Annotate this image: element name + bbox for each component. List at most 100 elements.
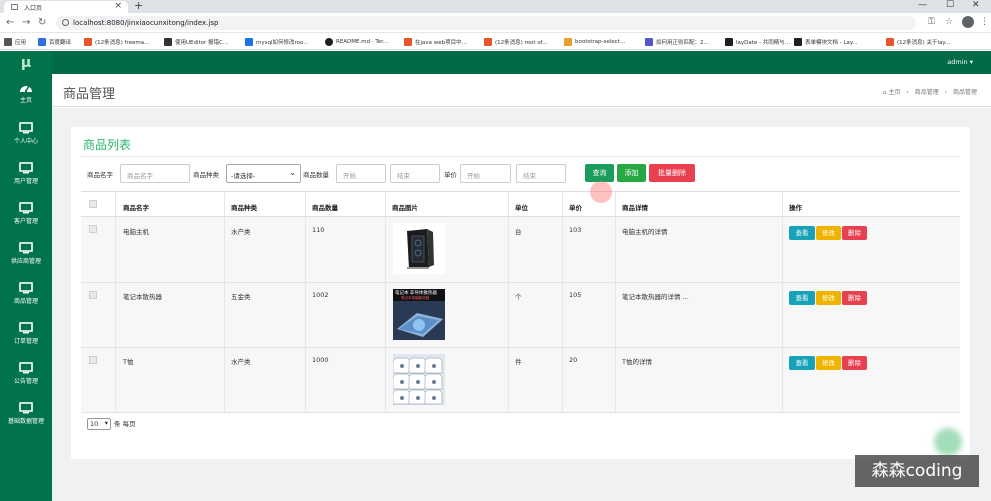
sidebar-item-notices[interactable]: 公告管理 bbox=[0, 362, 52, 385]
page-favicon-icon bbox=[11, 4, 18, 10]
app-root: μ 主页 个人中心 用户管理 客户管理 供应商管理 商品管理 订单管理 公告管理… bbox=[0, 51, 991, 501]
cell-type: 五金类 bbox=[231, 293, 251, 301]
sidebar-item-label: 客户管理 bbox=[13, 218, 38, 225]
column-header: 单价 bbox=[569, 204, 582, 212]
bookmark-item[interactable]: 应用 bbox=[4, 37, 26, 47]
bookmark-item[interactable]: layDate - 共同精与... bbox=[725, 37, 790, 47]
close-tab-icon[interactable]: × bbox=[114, 1, 122, 11]
row-checkbox[interactable] bbox=[89, 291, 97, 299]
sidebar-item-customers[interactable]: 客户管理 bbox=[0, 202, 52, 225]
user-menu[interactable]: admin ▾ bbox=[947, 58, 973, 66]
view-button[interactable]: 查看 bbox=[789, 226, 815, 240]
cell-qty: 110 bbox=[312, 226, 325, 234]
sidebar-item-label: 主页 bbox=[19, 97, 32, 104]
browser-tab-strip: 入口页 × + — ☐ ✕ bbox=[0, 0, 991, 13]
forward-icon[interactable]: → bbox=[22, 17, 30, 28]
cell-unit: 个 bbox=[515, 293, 522, 301]
monitor-icon bbox=[19, 322, 33, 334]
bookmark-star-icon[interactable]: ☆ bbox=[945, 17, 953, 27]
column-header: 单位 bbox=[515, 204, 528, 212]
bookmark-item[interactable]: mysql如何修改roo... bbox=[245, 37, 309, 47]
cell-qty: 1000 bbox=[312, 356, 329, 364]
bookmark-item[interactable]: 百度翻译 bbox=[38, 37, 71, 47]
monitor-icon bbox=[19, 202, 33, 214]
bookmark-item[interactable]: (12条消息) 关于lay... bbox=[886, 37, 950, 47]
profile-avatar[interactable] bbox=[962, 16, 974, 28]
sidebar-item-home[interactable]: 主页 bbox=[0, 82, 52, 104]
add-button[interactable]: 添加 bbox=[617, 164, 646, 182]
breadcrumb-level2: 商品管理 bbox=[952, 89, 977, 96]
bookmark-item[interactable]: 使用UEditor 报错C... bbox=[164, 37, 228, 47]
product-image-laptop-cooler: 笔记本 非导体散热器 笔记本电脑散热器 bbox=[393, 289, 445, 340]
click-highlight bbox=[590, 181, 612, 203]
price-start-input[interactable]: 开始 bbox=[460, 164, 511, 183]
dashboard-icon bbox=[20, 85, 32, 93]
page-size-select[interactable]: 10 ▾ bbox=[87, 418, 111, 430]
browser-tab[interactable]: 入口页 × bbox=[4, 1, 128, 13]
select-all-checkbox[interactable] bbox=[89, 200, 97, 208]
column-divider bbox=[615, 192, 616, 413]
site-info-icon[interactable] bbox=[62, 19, 69, 26]
main-content: 商品列表 商品名字 商品名字 商品种类 -请选择- ⌄ 商品数量 开始 结束 单价… bbox=[52, 108, 991, 501]
search-button[interactable]: 查询 bbox=[585, 164, 614, 182]
pagination: 10 ▾ 条 每页 bbox=[87, 418, 136, 430]
bookmark-item[interactable]: README.md · Ter... bbox=[325, 37, 388, 47]
price-end-input[interactable]: 结束 bbox=[516, 164, 566, 183]
bookmarks-bar: 应用 百度翻译 (12条消息) freema... 使用UEditor 报错C.… bbox=[0, 33, 991, 50]
cell-price: 105 bbox=[569, 291, 582, 299]
batch-delete-button[interactable]: 批量删除 bbox=[649, 164, 695, 182]
sidebar-item-suppliers[interactable]: 供应商管理 bbox=[0, 242, 52, 265]
address-bar-row: ← → ↻ localhost:8080/jinxiaocunxitong/in… bbox=[0, 13, 991, 33]
cell-name: 电脑主机 bbox=[123, 228, 149, 236]
edit-button[interactable]: 修改 bbox=[816, 356, 841, 370]
qty-end-input[interactable]: 结束 bbox=[390, 164, 440, 183]
view-button[interactable]: 查看 bbox=[789, 291, 815, 305]
cell-unit: 件 bbox=[515, 358, 522, 366]
minimize-icon[interactable]: — bbox=[918, 0, 927, 10]
delete-button[interactable]: 删除 bbox=[842, 291, 867, 305]
bookmark-item[interactable]: bootstrap-select... bbox=[564, 37, 625, 47]
more-menu-icon[interactable]: ⋮ bbox=[980, 17, 989, 27]
qty-start-input[interactable]: 开始 bbox=[336, 164, 386, 183]
column-divider bbox=[782, 192, 783, 413]
window-close-icon[interactable]: ✕ bbox=[972, 0, 980, 10]
row-checkbox[interactable] bbox=[89, 225, 97, 233]
monitor-icon bbox=[19, 402, 33, 414]
delete-button[interactable]: 删除 bbox=[842, 356, 867, 370]
new-tab-icon[interactable]: + bbox=[134, 0, 143, 12]
row-checkbox[interactable] bbox=[89, 356, 97, 364]
breadcrumb: ⌂ 主页 › 商品管理 › 商品管理 bbox=[882, 89, 977, 96]
sidebar-item-basedata[interactable]: 基础数据管理 bbox=[0, 402, 52, 425]
view-button[interactable]: 查看 bbox=[789, 356, 815, 370]
type-filter-select[interactable]: -请选择- ⌄ bbox=[226, 164, 301, 183]
maximize-icon[interactable]: ☐ bbox=[946, 0, 954, 10]
name-filter-input[interactable]: 商品名字 bbox=[120, 164, 190, 183]
sidebar-item-label: 公告管理 bbox=[13, 378, 38, 385]
sidebar-item-profile[interactable]: 个人中心 bbox=[0, 122, 52, 145]
url-field[interactable]: localhost:8080/jinxiaocunxitong/index.js… bbox=[56, 16, 916, 30]
sidebar-item-products[interactable]: 商品管理 bbox=[0, 282, 52, 305]
table-header: 商品名字 商品种类 商品数量 商品图片 单位 单价 商品详情 操作 bbox=[81, 192, 960, 217]
bookmark-item[interactable]: 在java web项目中... bbox=[404, 37, 467, 47]
reload-icon[interactable]: ↻ bbox=[38, 17, 46, 28]
breadcrumb-home[interactable]: 主页 bbox=[888, 89, 900, 96]
product-table: 商品名字 商品种类 商品数量 商品图片 单位 单价 商品详情 操作 电脑主机 水… bbox=[81, 191, 960, 413]
tab-title: 入口页 bbox=[24, 5, 43, 12]
delete-button[interactable]: 删除 bbox=[842, 226, 867, 240]
edit-button[interactable]: 修改 bbox=[816, 226, 841, 240]
key-icon[interactable]: ⚿ bbox=[928, 17, 935, 27]
breadcrumb-level1[interactable]: 商品管理 bbox=[915, 89, 939, 96]
bookmark-item[interactable]: 表单模块文档 - Lay... bbox=[794, 37, 858, 47]
sidebar-item-label: 基础数据管理 bbox=[7, 418, 44, 425]
bookmark-item[interactable]: (12条消息) freema... bbox=[84, 37, 149, 47]
bookmark-item[interactable]: (12条消息) root of... bbox=[484, 37, 547, 47]
sidebar-item-users[interactable]: 用户管理 bbox=[0, 162, 52, 185]
column-header: 商品名字 bbox=[123, 204, 149, 212]
cell-price: 103 bbox=[569, 226, 582, 234]
edit-button[interactable]: 修改 bbox=[816, 291, 841, 305]
corner-glow bbox=[934, 428, 962, 456]
sidebar-item-orders[interactable]: 订单管理 bbox=[0, 322, 52, 345]
back-icon[interactable]: ← bbox=[6, 17, 14, 28]
sidebar-item-label: 商品管理 bbox=[13, 298, 38, 305]
bookmark-item[interactable]: 如何用正则匹配：2... bbox=[645, 37, 709, 47]
